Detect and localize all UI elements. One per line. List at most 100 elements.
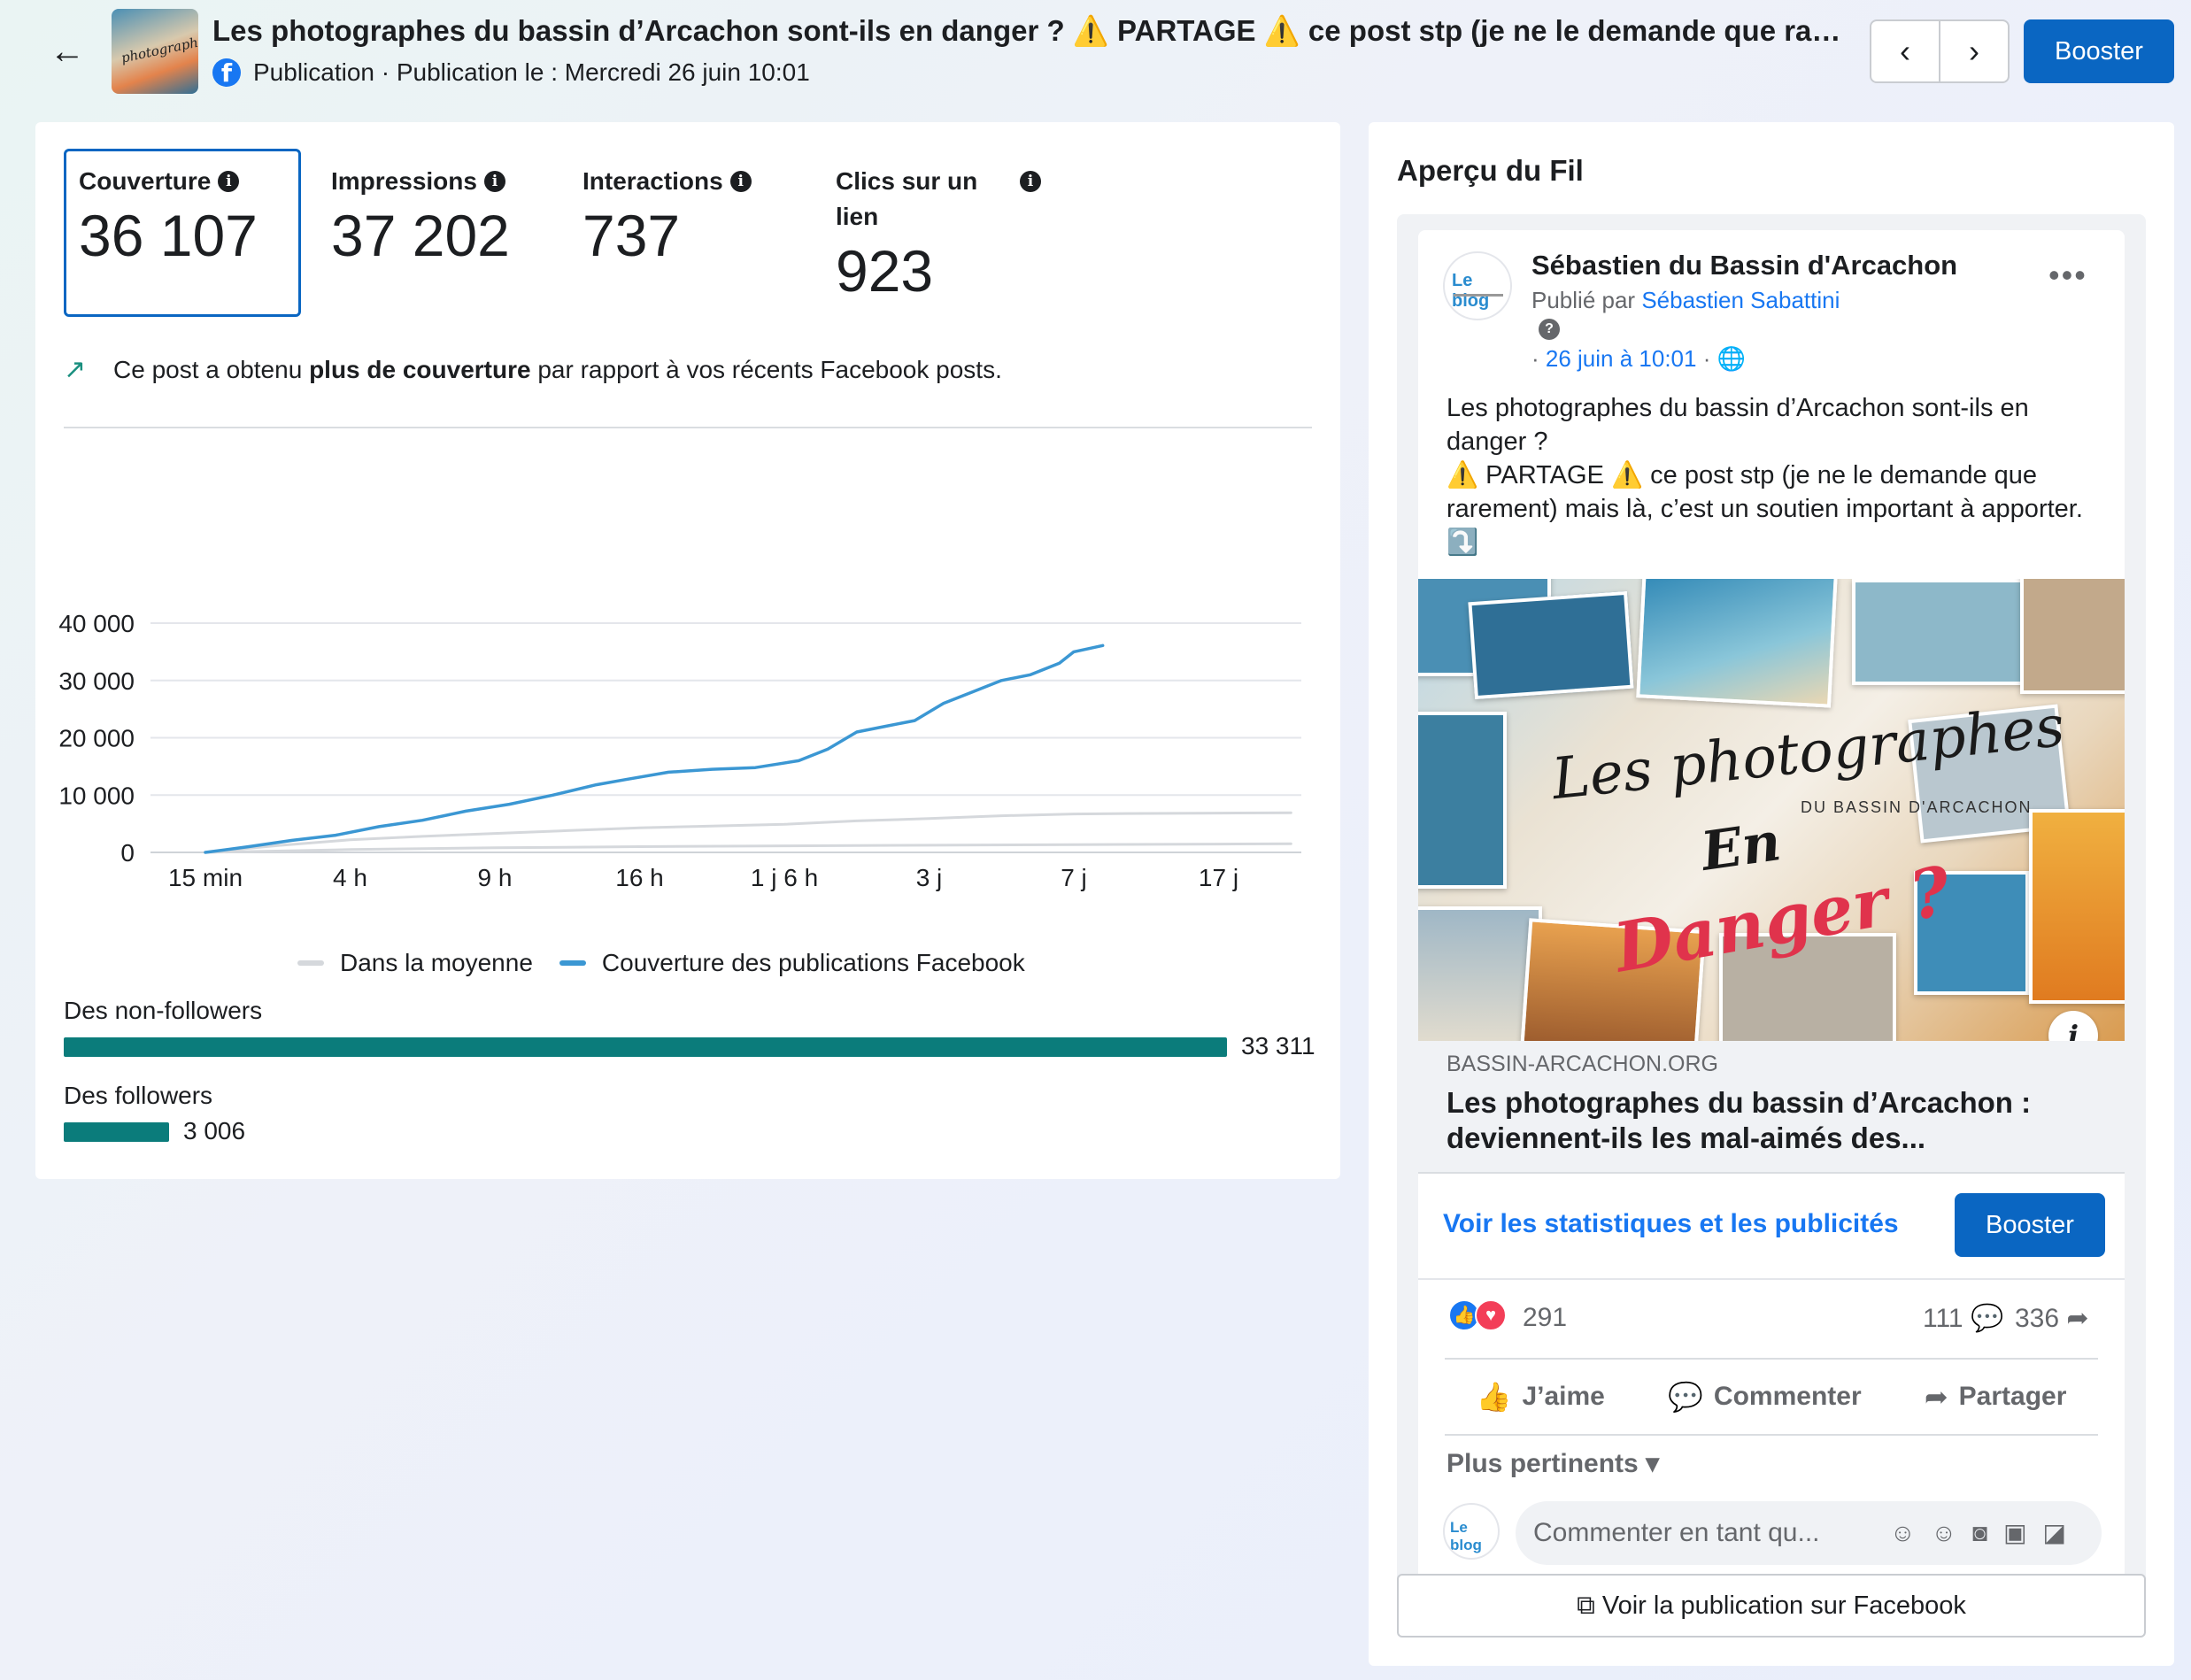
comment-tools: ☺☺◙▣◪ [1890,1501,2082,1565]
non-followers-label: Des non-followers [64,997,263,1024]
metric-label: Clics sur un lien [836,167,978,230]
metric-value: 737 [582,203,681,268]
comment-input[interactable]: Commenter en tant qu... ☺☺◙▣◪ [1516,1501,2102,1565]
post-text-line: Les photographes du bassin d’Arcachon so… [1447,394,2029,456]
comment-button[interactable]: 💬 Commenter [1668,1380,1862,1414]
metric-value: 37 202 [331,203,510,268]
page-avatar[interactable]: Le blog [1443,251,1512,320]
collage-photo [2029,809,2125,1004]
author-link[interactable]: Sébastien Sabattini [1641,287,1840,313]
post-image[interactable]: Les photographes DU BASSIN D'ARCACHON En… [1418,579,2125,1041]
like-label: J’aime [1522,1382,1605,1411]
shares-count-value: 336 [2015,1304,2060,1333]
info-button-icon[interactable]: i [2048,1011,2098,1041]
reactions-row: 👍 ♥ 291 111 💬 336 ➦ [1418,1280,2125,1358]
comment-label: Commenter [1713,1382,1862,1411]
post-actions: 👍 J’aime 💬 Commenter ➦ Partager [1445,1358,2098,1436]
divider [64,427,1312,428]
y-tick-label: 20 000 [58,725,135,752]
series-line-1 [204,842,1292,854]
insights-card: Couverture i 36 107 Impressions i 37 202 I… [35,122,1340,1179]
x-tick-label: 9 h [478,864,513,891]
post-text-line: ⚠️ PARTAGE ⚠️ ce post stp (je ne le dema… [1447,461,2083,557]
y-tick-label: 40 000 [58,610,135,637]
shares-count[interactable]: 336 ➦ [2015,1303,2089,1334]
previous-post-button[interactable]: ‹ [1871,21,1940,81]
share-label: Partager [1958,1382,2067,1411]
post-preview: Le blog Sébastien du Bassin d'Arcachon P… [1418,230,2125,1595]
followers-label: Des followers [64,1082,213,1109]
comment-placeholder: Commenter en tant qu... [1533,1518,1820,1547]
camera-icon[interactable]: ◙ [1972,1519,2003,1546]
globe-icon: 🌐 [1717,345,1746,372]
reactions-count[interactable]: 291 [1523,1303,1567,1333]
emoji-icon[interactable]: ☺ [1932,1519,1973,1546]
thumbnail-text: photographes [120,31,198,66]
share-button[interactable]: ➦ Partager [1925,1380,2067,1414]
metric-impressions[interactable]: Impressions i 37 202 [331,149,561,317]
legend-label: Couverture des publications Facebook [601,949,1025,976]
avatar-text: Le blog [1452,271,1490,311]
x-tick-label: 17 j [1199,864,1238,891]
metric-value: 923 [836,238,934,304]
view-stats-link[interactable]: Voir les statistiques et les publicités [1443,1209,1899,1239]
like-button[interactable]: 👍 J’aime [1477,1380,1605,1414]
boost-button-preview[interactable]: Booster [1955,1193,2105,1257]
link-preview[interactable]: BASSIN-ARCACHON.ORG Les photographes du … [1418,1041,2125,1174]
comment-bubble-icon: 💬 [1970,1304,2004,1333]
love-reaction-icon[interactable]: ♥ [1475,1299,1507,1331]
comments-count[interactable]: 111 💬 [1923,1303,2003,1334]
legend-label: Dans la moyenne [340,949,533,976]
image-subtitle: DU BASSIN D'ARCACHON [1801,798,2033,816]
share-icon: ➦ [1924,1381,1948,1413]
legend-item-reach[interactable]: Couverture des publications Facebook [559,949,1025,977]
boost-button-header[interactable]: Booster [2024,19,2174,83]
info-icon[interactable]: i [218,171,240,192]
metric-label: Impressions [331,167,477,195]
info-icon[interactable]: i [1020,171,1041,192]
feed-preview-panel: Aperçu du Fil Le blog Sébastien du Bassi… [1369,122,2174,1666]
caret-down-icon: ▾ [1646,1449,1660,1478]
page-name[interactable]: Sébastien du Bassin d'Arcachon [1531,250,1957,281]
help-icon[interactable]: ? [1539,319,1560,340]
published-by-prefix: Publié par [1531,287,1642,313]
comment-sort-dropdown[interactable]: Plus pertinents ▾ [1447,1448,1659,1479]
metric-reach[interactable]: Couverture i 36 107 [64,149,301,317]
commenter-avatar[interactable]: Le blog [1443,1503,1500,1560]
commenter-avatar-text: Le blog [1450,1519,1482,1553]
non-followers-value: 33 311 [1241,1032,1315,1060]
stats-row: Voir les statistiques et les publicités … [1418,1174,2125,1280]
metric-link-clicks[interactable]: Clics sur un lien i 923 [836,149,1066,317]
gif-icon[interactable]: ▣ [2003,1519,2042,1546]
legend-swatch-average [297,960,324,966]
info-icon[interactable]: i [483,171,505,192]
trend-message: ↗ Ce post a obtenu plus de couverture pa… [64,354,1002,385]
followers-bar [64,1122,169,1142]
series-line-2 [204,643,1105,854]
x-tick-label: 3 j [916,864,943,891]
y-tick-label: 30 000 [58,667,135,695]
metric-interactions[interactable]: Interactions i 737 [582,149,813,317]
metric-value: 36 107 [79,203,258,268]
external-link-icon: ⧉ [1577,1591,1595,1620]
sort-label: Plus pertinents [1447,1449,1639,1478]
x-tick-label: 1 j 6 h [751,864,818,891]
y-tick-label: 0 [120,839,135,867]
view-on-facebook-button[interactable]: ⧉ Voir la publication sur Facebook [1397,1574,2146,1638]
sticker-icon[interactable]: ◪ [2043,1519,2082,1546]
legend-item-average[interactable]: Dans la moyenne [297,949,533,977]
post-navigation: ‹ › [1870,19,2010,83]
more-options-icon[interactable]: ••• [2048,257,2087,294]
followers-value: 3 006 [183,1117,246,1144]
chart-legend: Dans la moyenne Couverture des publicati… [297,949,1025,977]
x-tick-label: 16 h [615,864,664,891]
info-icon[interactable]: i [729,171,752,192]
back-arrow-icon[interactable]: ← [46,30,89,73]
next-post-button[interactable]: › [1940,21,2008,81]
share-arrow-icon: ➦ [2066,1304,2089,1333]
collage-photo [1852,579,2029,685]
metric-label: Interactions [582,167,723,195]
thumbs-up-icon: 👍 [1476,1381,1512,1413]
date-link[interactable]: 26 juin à 10:01 [1546,345,1697,372]
avatar-sticker-icon[interactable]: ☺ [1890,1519,1932,1546]
